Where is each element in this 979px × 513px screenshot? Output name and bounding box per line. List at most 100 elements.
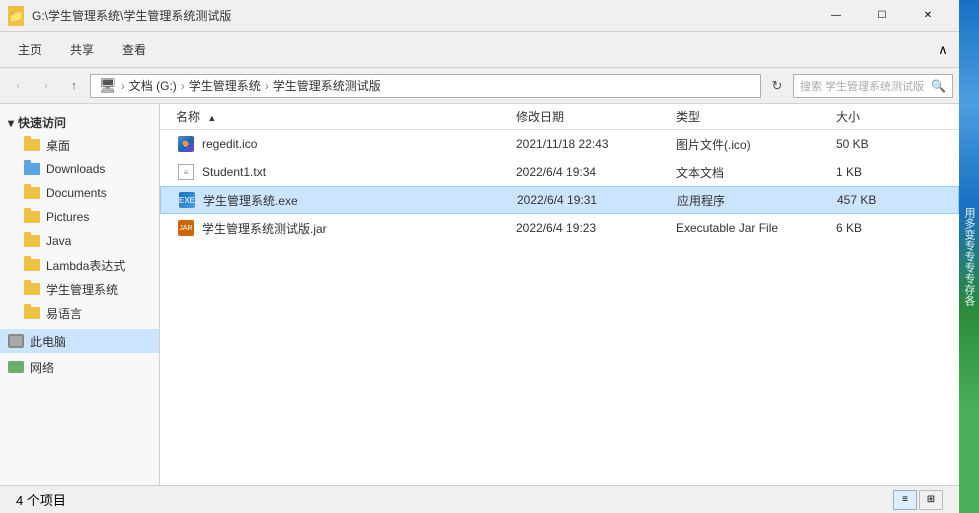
- refresh-button[interactable]: ↻: [765, 74, 789, 98]
- file-size-cell: 6 KB: [836, 221, 916, 235]
- ico-file-icon: 🎨: [176, 134, 196, 154]
- sidebar-item-easy-lang-label: 易语言: [46, 305, 82, 322]
- detail-view-button[interactable]: ≡: [893, 490, 917, 510]
- sidebar-item-student-sys-label: 学生管理系统: [46, 281, 118, 298]
- up-button[interactable]: ↑: [62, 74, 86, 98]
- file-date-cell: 2022/6/4 19:23: [516, 221, 676, 235]
- jar-file-icon: JAR: [176, 218, 196, 238]
- sidebar-item-desktop[interactable]: 桌面: [0, 133, 159, 157]
- breadcrumb-current[interactable]: 学生管理系统测试版: [273, 77, 381, 94]
- sidebar-item-this-pc[interactable]: 此电脑: [0, 329, 159, 353]
- status-count: 4 个项目: [16, 490, 66, 509]
- window-icon: 📁: [8, 8, 24, 24]
- status-bar: 4 个项目 ≡ ⊞: [0, 485, 959, 513]
- network-icon: [8, 359, 24, 375]
- main-layout: ▾ 快速访问 桌面 Downloads: [0, 104, 959, 485]
- desktop-icon: [24, 137, 40, 153]
- file-date-cell: 2022/6/4 19:31: [517, 193, 677, 207]
- computer-icon: [8, 333, 24, 349]
- file-date-cell: 2021/11/18 22:43: [516, 137, 676, 151]
- ribbon-tab-view[interactable]: 查看: [108, 33, 160, 66]
- file-type-cell: 文本文档: [676, 164, 836, 181]
- student-sys-folder-icon: [24, 281, 40, 297]
- sidebar-item-student-sys[interactable]: 学生管理系统: [0, 277, 159, 301]
- file-date-cell: 2022/6/4 19:34: [516, 165, 676, 179]
- java-folder-icon: [24, 233, 40, 249]
- column-headers: 名称 ▲ 修改日期 类型 大小: [160, 104, 959, 130]
- sidebar-item-network-label: 网络: [30, 359, 54, 376]
- breadcrumb-sep-1: ›: [121, 79, 125, 93]
- breadcrumb-student-sys[interactable]: 学生管理系统: [189, 77, 261, 94]
- txt-file-icon: [176, 162, 196, 182]
- file-name-text: 学生管理系统测试版.jar: [202, 220, 327, 237]
- back-button[interactable]: ‹: [6, 74, 30, 98]
- sidebar-item-pictures[interactable]: Pictures: [0, 205, 159, 229]
- nav-bar: ‹ › ↑ 🖥 › 文档 (G:) › 学生管理系统 › 学生管理系统测试版 ↻…: [0, 68, 959, 104]
- folder-icon: 📁: [8, 6, 24, 26]
- title-controls: — ☐ ✕: [813, 0, 951, 32]
- sidebar-item-pictures-label: Pictures: [46, 210, 89, 224]
- forward-button[interactable]: ›: [34, 74, 58, 98]
- sidebar-item-this-pc-label: 此电脑: [30, 333, 66, 350]
- sidebar-item-documents[interactable]: Documents: [0, 181, 159, 205]
- sort-arrow: ▲: [207, 113, 216, 123]
- file-size-cell: 50 KB: [836, 137, 916, 151]
- ribbon-tab-home[interactable]: 主页: [4, 33, 56, 66]
- ribbon-tab-share[interactable]: 共享: [56, 33, 108, 66]
- ribbon-tabs: 主页 共享 查看: [4, 33, 160, 66]
- file-size-cell: 1 KB: [836, 165, 916, 179]
- table-row[interactable]: 🎨 regedit.ico 2021/11/18 22:43 图片文件(.ico…: [160, 130, 959, 158]
- file-name-cell: JAR 学生管理系统测试版.jar: [176, 218, 516, 238]
- table-row[interactable]: EXE 学生管理系统.exe 2022/6/4 19:31 应用程序 457 K…: [160, 186, 959, 214]
- sidebar-item-easy-lang[interactable]: 易语言: [0, 301, 159, 325]
- sidebar-item-java-label: Java: [46, 234, 71, 248]
- col-name-header[interactable]: 名称 ▲: [176, 108, 516, 125]
- search-icon: 🔍: [931, 79, 946, 93]
- file-type-cell: 图片文件(.ico): [676, 136, 836, 153]
- close-button[interactable]: ✕: [905, 0, 951, 32]
- file-type-cell: Executable Jar File: [676, 221, 836, 235]
- lambda-folder-icon: [24, 257, 40, 273]
- table-row[interactable]: JAR 学生管理系统测试版.jar 2022/6/4 19:23 Executa…: [160, 214, 959, 242]
- view-buttons: ≡ ⊞: [893, 490, 943, 510]
- sidebar-item-lambda-label: Lambda表达式: [46, 257, 125, 274]
- title-bar-icons: 📁: [8, 8, 24, 24]
- file-name-cell: 🎨 regedit.ico: [176, 134, 516, 154]
- table-row[interactable]: Student1.txt 2022/6/4 19:34 文本文档 1 KB: [160, 158, 959, 186]
- pictures-folder-icon: [24, 209, 40, 225]
- documents-folder-icon: [24, 185, 40, 201]
- breadcrumb-this-pc: 🖥: [99, 77, 117, 94]
- sidebar: ▾ 快速访问 桌面 Downloads: [0, 104, 160, 485]
- title-bar: 📁 G:\学生管理系统\学生管理系统测试版 — ☐ ✕: [0, 0, 959, 32]
- file-name-text: 学生管理系统.exe: [203, 192, 298, 209]
- file-name-cell: Student1.txt: [176, 162, 516, 182]
- quick-access-header[interactable]: ▾ 快速访问: [0, 108, 159, 133]
- minimize-button[interactable]: —: [813, 0, 859, 32]
- easy-lang-folder-icon: [24, 305, 40, 321]
- breadcrumb-sep-2: ›: [181, 79, 185, 93]
- tile-view-button[interactable]: ⊞: [919, 490, 943, 510]
- breadcrumb-sep-3: ›: [265, 79, 269, 93]
- sidebar-item-downloads[interactable]: Downloads: [0, 157, 159, 181]
- maximize-button[interactable]: ☐: [859, 0, 905, 32]
- downloads-icon: [24, 161, 40, 177]
- search-box[interactable]: 搜索 学生管理系统测试版 🔍: [793, 74, 953, 98]
- breadcrumb-documents[interactable]: 文档 (G:): [129, 77, 177, 94]
- col-size-header[interactable]: 大小: [836, 108, 916, 125]
- title-path: G:\学生管理系统\学生管理系统测试版: [32, 7, 813, 24]
- search-placeholder: 搜索 学生管理系统测试版: [800, 78, 924, 94]
- quick-access-arrow: ▾: [8, 116, 14, 130]
- file-name-cell: EXE 学生管理系统.exe: [177, 190, 517, 210]
- sidebar-item-downloads-label: Downloads: [46, 162, 105, 176]
- col-date-header[interactable]: 修改日期: [516, 108, 676, 125]
- file-size-cell: 457 KB: [837, 193, 917, 207]
- col-type-header[interactable]: 类型: [676, 108, 836, 125]
- file-name-text: Student1.txt: [202, 165, 266, 179]
- sidebar-item-network[interactable]: 网络: [0, 355, 159, 379]
- address-bar[interactable]: 🖥 › 文档 (G:) › 学生管理系统 › 学生管理系统测试版: [90, 74, 761, 98]
- quick-access-label: 快速访问: [18, 114, 66, 131]
- sidebar-item-documents-label: Documents: [46, 186, 107, 200]
- sidebar-item-java[interactable]: Java: [0, 229, 159, 253]
- ribbon-expand-button[interactable]: ∧: [931, 38, 955, 62]
- sidebar-item-lambda[interactable]: Lambda表达式: [0, 253, 159, 277]
